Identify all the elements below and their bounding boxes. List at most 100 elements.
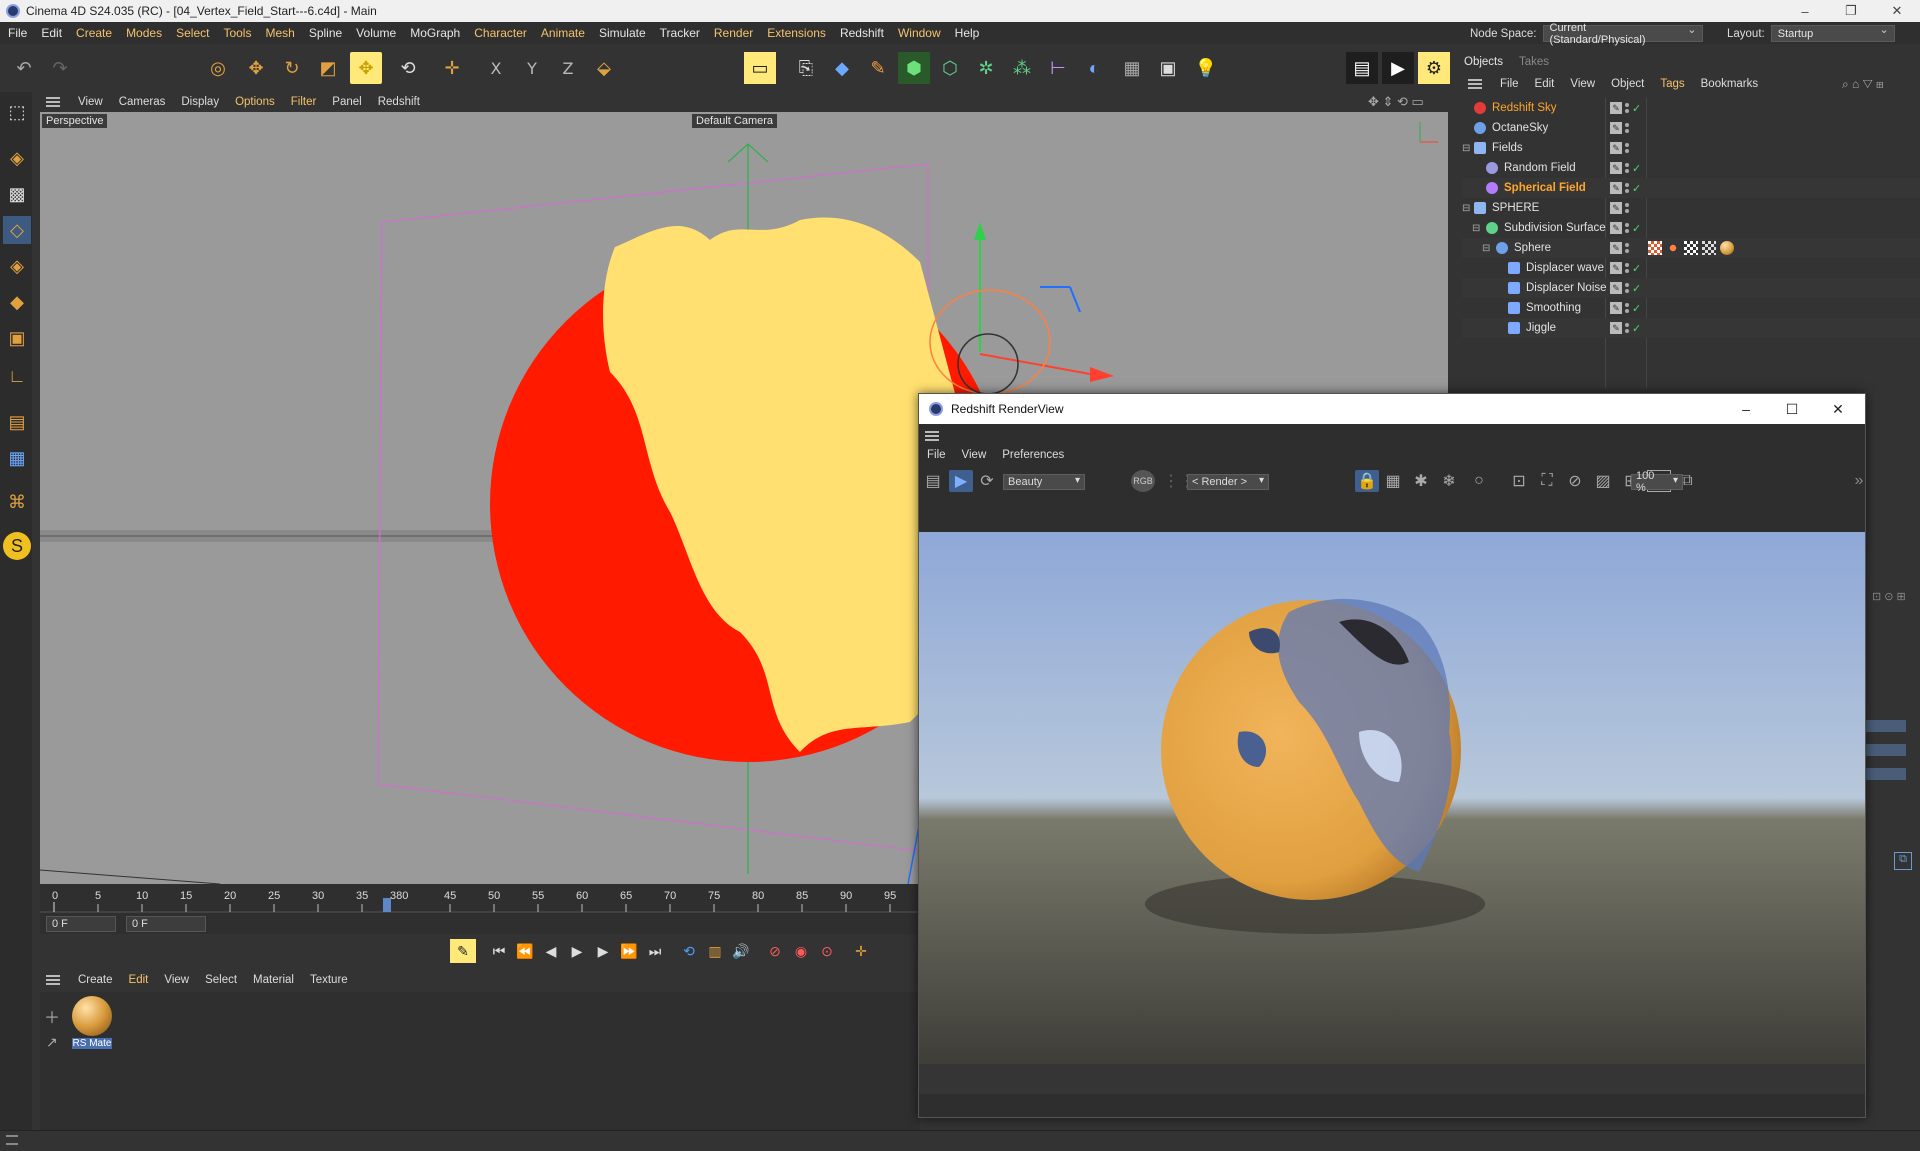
object-row[interactable]: Smoothing ✎ ✓ [1462, 298, 1920, 318]
axis-mode-icon[interactable]: ∟ [3, 362, 31, 390]
deformer-icon[interactable]: ⊢ [1042, 52, 1074, 84]
add-material-icon[interactable]: ＋ [44, 1004, 60, 1028]
world-axis-icon[interactable]: ✛ [436, 52, 468, 84]
loop-icon[interactable]: ⟲ [676, 939, 702, 963]
aov-dropdown[interactable]: Beauty [1003, 474, 1085, 490]
renderview-menu-file[interactable]: File [919, 449, 954, 461]
viewport-nav-icons[interactable]: ✥ ⇕ ⟲ ▭ [1368, 94, 1424, 110]
play-icon[interactable]: ▶ [564, 939, 590, 963]
menu-render[interactable]: Render [707, 26, 760, 40]
pen-tool-icon[interactable]: ✎ [862, 52, 894, 84]
edit-flag-icon[interactable]: ✎ [1610, 302, 1622, 314]
timeline-ruler-icon[interactable]: ▥ [702, 939, 728, 963]
sound-icon[interactable]: 🔊 [728, 939, 754, 963]
node-space-dropdown[interactable]: Current (Standard/Physical) [1542, 22, 1703, 46]
position-key-icon[interactable]: ✛ [848, 939, 874, 963]
objects-hamburger-icon[interactable] [1468, 79, 1482, 89]
edit-flag-icon[interactable]: ✎ [1610, 322, 1622, 334]
menu-help[interactable]: Help [948, 26, 987, 40]
status-menu-icon[interactable] [6, 1135, 18, 1145]
edit-flag-icon[interactable]: ✎ [1610, 242, 1622, 254]
render-settings-icon[interactable]: ⚙ [1418, 52, 1450, 84]
visibility-dots-icon[interactable] [1625, 222, 1629, 234]
object-row[interactable]: ⊟ Sphere ✎ [1462, 238, 1920, 258]
render-mode-dropdown[interactable]: < Render > [1187, 474, 1269, 490]
material-menu-select[interactable]: Select [197, 974, 245, 986]
grid-icon[interactable]: ▦ [1381, 470, 1405, 492]
autokey-icon[interactable]: ◉ [788, 939, 814, 963]
edit-flag-icon[interactable]: ✎ [1610, 162, 1622, 174]
material-menu-material[interactable]: Material [245, 974, 302, 986]
visibility-dots-icon[interactable] [1625, 282, 1629, 294]
viewport-menu-view[interactable]: View [70, 96, 111, 108]
workplane-icon[interactable]: ▤ [3, 408, 31, 436]
menu-character[interactable]: Character [467, 26, 534, 40]
visibility-dots-icon[interactable] [1625, 242, 1629, 254]
object-row[interactable]: Random Field ✎ ✓ [1462, 158, 1920, 178]
edit-flag-icon[interactable]: ✎ [1610, 122, 1622, 134]
restore-button[interactable]: ❐ [1828, 0, 1874, 22]
material-menu-edit[interactable]: Edit [121, 974, 157, 986]
rotate-tool-icon[interactable]: ↻ [276, 52, 308, 84]
material-menu-create[interactable]: Create [70, 974, 121, 986]
viewport-menu-redshift[interactable]: Redshift [370, 96, 428, 108]
objects-menu-view[interactable]: View [1562, 78, 1603, 90]
lock-icon[interactable]: 🔒 [1355, 470, 1379, 492]
renderview-close-button[interactable]: ✕ [1815, 394, 1861, 424]
enabled-check-icon[interactable]: ✓ [1632, 102, 1642, 115]
texture-mode-icon[interactable]: ▩ [3, 180, 31, 208]
menu-spline[interactable]: Spline [302, 26, 349, 40]
tab-objects[interactable]: Objects [1456, 56, 1511, 68]
objects-menu-bookmarks[interactable]: Bookmarks [1693, 78, 1767, 90]
menu-extensions[interactable]: Extensions [760, 26, 833, 40]
rs-material-tag-icon[interactable] [1720, 241, 1734, 255]
minimize-button[interactable]: – [1782, 0, 1828, 22]
bokeh-icon[interactable]: ✱ [1409, 470, 1433, 492]
enabled-check-icon[interactable]: ✓ [1632, 182, 1642, 195]
objects-menu-tags[interactable]: Tags [1652, 78, 1692, 90]
object-row[interactable]: Spherical Field ✎ ✓ [1462, 178, 1920, 198]
clapboard-icon[interactable]: ▤ [1346, 52, 1378, 84]
renderview-menu-view[interactable]: View [954, 449, 995, 461]
render-region-icon[interactable]: ▭ [744, 52, 776, 84]
material-hamburger-icon[interactable] [46, 975, 60, 985]
viewport-menu-display[interactable]: Display [173, 96, 227, 108]
edit-flag-icon[interactable]: ✎ [1610, 102, 1622, 114]
record-key-icon[interactable]: ✎ [450, 939, 476, 963]
uv-mode-icon[interactable]: ▣ [3, 324, 31, 352]
viewport-menu-panel[interactable]: Panel [324, 96, 369, 108]
collapse-icon[interactable]: ⊟ [1482, 243, 1490, 254]
clapboard-icon[interactable]: ▤ [921, 470, 945, 492]
model-mode-icon[interactable]: ◈ [3, 144, 31, 172]
make-editable-icon[interactable]: ⬚ [3, 98, 31, 126]
apply-material-icon[interactable]: ↗ [46, 1034, 58, 1051]
object-row[interactable]: ⊟ Subdivision Surface ✎ ✓ [1462, 218, 1920, 238]
texture-tag-icon[interactable] [1702, 241, 1716, 255]
menu-file[interactable]: File [0, 26, 34, 40]
menu-redshift[interactable]: Redshift [833, 26, 891, 40]
menu-simulate[interactable]: Simulate [592, 26, 653, 40]
menu-volume[interactable]: Volume [349, 26, 403, 40]
edit-flag-icon[interactable]: ✎ [1610, 142, 1622, 154]
enabled-check-icon[interactable]: ✓ [1632, 282, 1642, 295]
objects-menu-file[interactable]: File [1492, 78, 1527, 90]
viewport-menu-cameras[interactable]: Cameras [111, 96, 174, 108]
menu-tools[interactable]: Tools [216, 26, 258, 40]
render-output-image[interactable] [919, 532, 1865, 1064]
grid-snap-icon[interactable]: ▦ [3, 444, 31, 472]
objects-menu-edit[interactable]: Edit [1527, 78, 1563, 90]
collapse-icon[interactable]: ⊟ [1462, 143, 1470, 154]
objects-menu-object[interactable]: Object [1603, 78, 1652, 90]
lock-y-axis-button[interactable]: Y [516, 52, 548, 84]
coordinate-system-icon[interactable]: ⬙ [588, 52, 620, 84]
zoom-field[interactable]: 100 % [1631, 470, 1683, 494]
viewport-menu-filter[interactable]: Filter [283, 96, 325, 108]
visibility-dots-icon[interactable] [1625, 322, 1629, 334]
edit-flag-icon[interactable]: ✎ [1610, 182, 1622, 194]
fit-icon[interactable]: ⛶ [1535, 470, 1559, 492]
edges-mode-icon[interactable]: ◈ [3, 252, 31, 280]
renderview-menu-preferences[interactable]: Preferences [994, 449, 1072, 461]
menu-select[interactable]: Select [169, 26, 216, 40]
enabled-check-icon[interactable]: ✓ [1632, 222, 1642, 235]
tab-takes[interactable]: Takes [1511, 56, 1557, 68]
